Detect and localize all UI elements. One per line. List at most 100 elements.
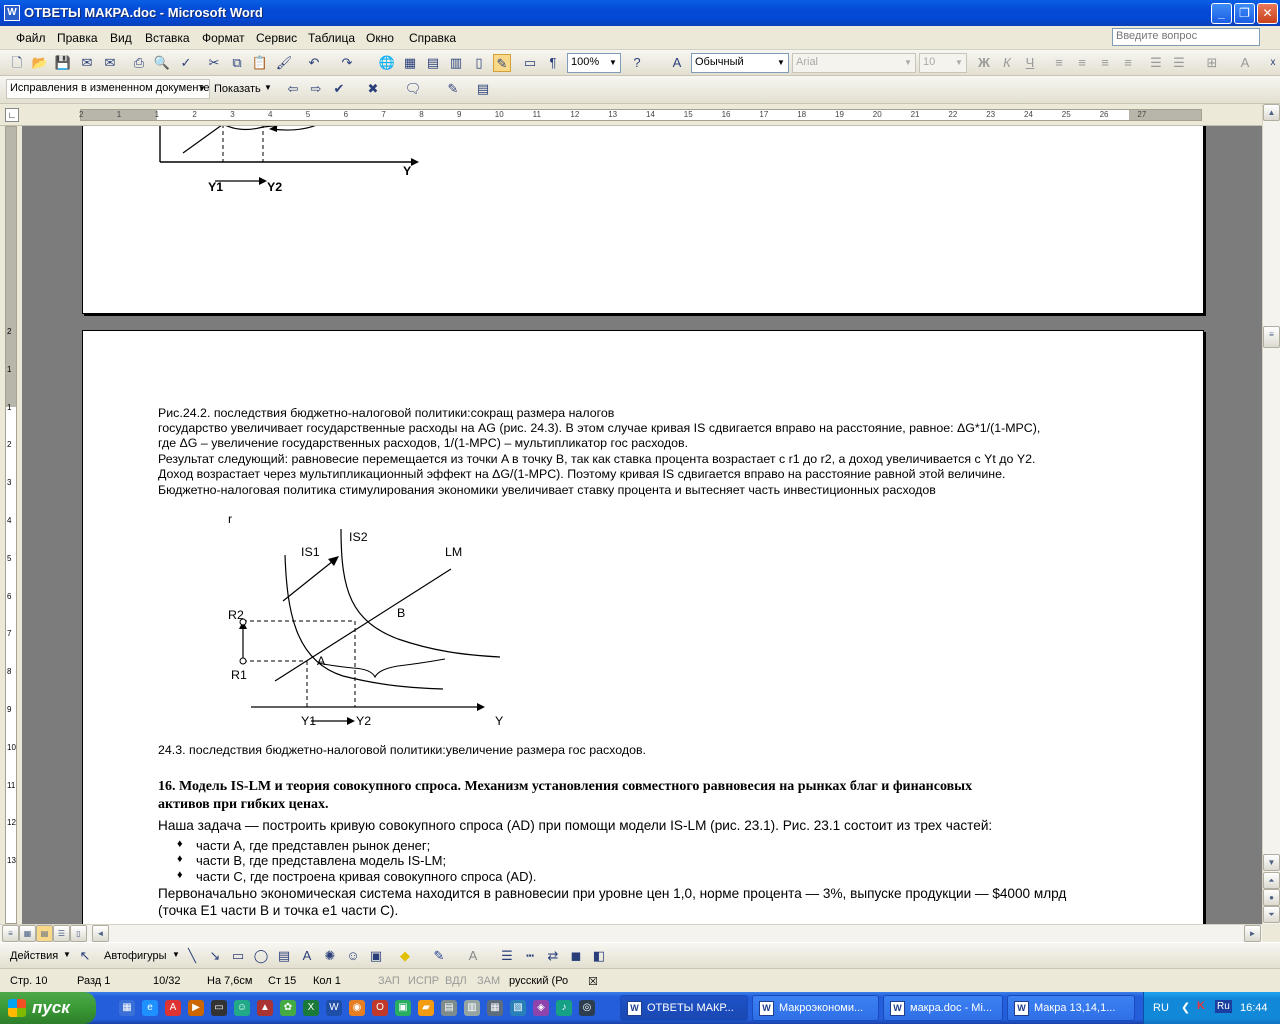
numbering-icon[interactable]: ☰ xyxy=(1147,54,1165,72)
start-button[interactable]: пуск xyxy=(0,992,96,1024)
taskbar-task-3[interactable]: W Макра 13,14,1... xyxy=(1007,995,1135,1021)
menu-edit[interactable]: Правка xyxy=(57,31,98,45)
web-view-button[interactable]: ▦ xyxy=(19,925,36,942)
insert-comment-icon[interactable]: 🗨 xyxy=(404,80,422,98)
print-preview-icon[interactable]: 🔍 xyxy=(153,54,171,72)
horizontal-ruler[interactable]: ∟ 2 1 1 2 3 4 5 6 7 8 9 10 11 12 13 14 15 16 17 18 19 20 21 22 2… xyxy=(0,104,1262,126)
chevron-down-icon[interactable]: ▼ xyxy=(63,950,71,959)
bold-button[interactable]: Ж xyxy=(975,54,993,72)
3d-icon[interactable]: ◧ xyxy=(590,947,608,965)
picture-icon[interactable]: ▣ xyxy=(367,947,385,965)
undo-icon[interactable]: ↶ xyxy=(305,54,323,72)
copy-icon[interactable]: ⧉ xyxy=(228,54,246,72)
page-1[interactable]: Y1 Y2 Y xyxy=(82,126,1204,314)
email-icon[interactable]: ✉ xyxy=(101,54,119,72)
app-icon[interactable]: ◈ xyxy=(533,1000,549,1016)
tab-selector-icon[interactable]: ∟ xyxy=(5,108,19,122)
justify-icon[interactable]: ≡ xyxy=(1119,54,1137,72)
folder-icon[interactable]: ▰ xyxy=(418,1000,434,1016)
align-center-icon[interactable]: ≡ xyxy=(1073,54,1091,72)
menu-table[interactable]: Таблица xyxy=(308,31,355,45)
arrow-icon[interactable]: ↘ xyxy=(206,947,224,965)
menu-file[interactable]: Файл xyxy=(16,31,46,45)
keyboard-layout-icon[interactable]: Ru xyxy=(1215,1000,1232,1013)
format-painter-icon[interactable]: 🖌 xyxy=(275,54,293,72)
scroll-thumb[interactable]: ≡ xyxy=(1263,326,1280,348)
opera-icon[interactable]: O xyxy=(372,1000,388,1016)
spelling-icon[interactable]: ✓ xyxy=(177,54,195,72)
acrobat-icon[interactable]: A xyxy=(165,1000,181,1016)
print-icon[interactable]: ⎙ xyxy=(130,54,148,72)
insert-excel-icon[interactable]: ▥ xyxy=(447,54,465,72)
font-color-icon[interactable]: A xyxy=(1236,54,1254,72)
normal-view-button[interactable]: ≡ xyxy=(2,925,19,942)
status-track[interactable]: ИСПР xyxy=(408,975,439,987)
clipart-icon[interactable]: ☺ xyxy=(344,947,362,965)
taskbar-task-0[interactable]: W ОТВЕТЫ МАКР... xyxy=(620,995,748,1021)
line-style-icon[interactable]: ☰ xyxy=(498,947,516,965)
menu-tools[interactable]: Сервис xyxy=(256,31,297,45)
font-size-select[interactable]: 10 ▼ xyxy=(919,53,967,73)
spelling-status-icon[interactable]: ☒ xyxy=(588,975,598,988)
status-ovr[interactable]: ЗАМ xyxy=(477,975,500,987)
menu-format[interactable]: Формат xyxy=(202,31,245,45)
arrow-style-icon[interactable]: ⇄ xyxy=(544,947,562,965)
dash-style-icon[interactable]: ┅ xyxy=(521,947,539,965)
ask-question-input[interactable]: Введите вопрос xyxy=(1112,28,1260,46)
horizontal-scrollbar[interactable]: ≡ ▦ ▤ ☰ ▯ ◄ ► xyxy=(0,924,1262,942)
messenger-icon[interactable]: ☺ xyxy=(234,1000,250,1016)
media-icon[interactable]: ▶ xyxy=(188,1000,204,1016)
wordart-icon[interactable]: A xyxy=(298,947,316,965)
app-icon[interactable]: ✿ xyxy=(280,1000,296,1016)
align-left-icon[interactable]: ≡ xyxy=(1050,54,1068,72)
bullets-icon[interactable]: ☰ xyxy=(1170,54,1188,72)
app-icon[interactable]: ▥ xyxy=(464,1000,480,1016)
scroll-left-button[interactable]: ◄ xyxy=(92,925,109,942)
menu-help[interactable]: Справка xyxy=(409,31,456,45)
style-select[interactable]: Обычный ▼ xyxy=(691,53,789,73)
font-color-icon[interactable]: A xyxy=(464,947,482,965)
next-change-icon[interactable]: ⇨ xyxy=(307,80,325,98)
cut-icon[interactable]: ✂ xyxy=(205,54,223,72)
underline-button[interactable]: Ч xyxy=(1021,54,1039,72)
document-area[interactable]: Y1 Y2 Y Рис.24.2. последствия бюджетно-н… xyxy=(22,126,1262,924)
font-select[interactable]: Arial ▼ xyxy=(792,53,916,73)
insert-table-icon[interactable]: ▤ xyxy=(424,54,442,72)
help-icon[interactable]: ? xyxy=(628,54,646,72)
language-indicator[interactable]: RU xyxy=(1153,1002,1169,1014)
minimize-button[interactable]: _ xyxy=(1211,3,1232,24)
track-changes-icon[interactable]: ✎ xyxy=(444,80,462,98)
show-desktop-icon[interactable]: ▦ xyxy=(119,1000,135,1016)
word-app-icon[interactable]: W xyxy=(4,5,20,21)
scroll-up-button[interactable]: ▲ xyxy=(1263,104,1280,121)
reading-view-button[interactable]: ▯ xyxy=(70,925,87,942)
show-hide-icon[interactable]: ¶ xyxy=(544,54,562,72)
paste-icon[interactable]: 📋 xyxy=(251,54,269,72)
tray-arrow-icon[interactable]: ❮ xyxy=(1181,1001,1190,1014)
new-document-icon[interactable]: 🗋 xyxy=(8,54,26,72)
close-button[interactable]: ✕ xyxy=(1257,3,1278,24)
align-right-icon[interactable]: ≡ xyxy=(1096,54,1114,72)
app-icon[interactable]: ▦ xyxy=(487,1000,503,1016)
styles-pane-icon[interactable]: A xyxy=(668,54,686,72)
app-icon[interactable]: ♪ xyxy=(556,1000,572,1016)
diagram-icon[interactable]: ✺ xyxy=(321,947,339,965)
redo-icon[interactable]: ↷ xyxy=(338,54,356,72)
console-icon[interactable]: ▭ xyxy=(211,1000,227,1016)
document-map-icon[interactable]: ▭ xyxy=(521,54,539,72)
menu-view[interactable]: Вид xyxy=(110,31,132,45)
app-icon[interactable]: ◎ xyxy=(579,1000,595,1016)
open-icon[interactable]: 📂 xyxy=(31,54,49,72)
vertical-ruler[interactable]: 2 1 1 2 3 4 5 6 7 8 9 10 11 12 13 xyxy=(0,126,22,924)
status-ext[interactable]: ВДЛ xyxy=(445,975,467,987)
word-icon[interactable]: W xyxy=(326,1000,342,1016)
rectangle-icon[interactable]: ▭ xyxy=(229,947,247,965)
taskbar-task-1[interactable]: W Макроэкономи... xyxy=(752,995,879,1021)
scroll-right-button[interactable]: ► xyxy=(1244,925,1261,942)
select-objects-icon[interactable]: ↖ xyxy=(76,947,94,965)
hyperlink-icon[interactable]: 🌐 xyxy=(378,54,396,72)
ruler-strip[interactable]: 2 1 1 2 3 4 5 6 7 8 9 10 11 12 13 14 15 16 17 18 19 20 21 22 23 2… xyxy=(79,109,1202,121)
scroll-down-button[interactable]: ▼ xyxy=(1263,854,1280,871)
restore-button[interactable]: ❐ xyxy=(1234,3,1255,24)
next-page-button[interactable]: ⏷ xyxy=(1263,906,1280,923)
